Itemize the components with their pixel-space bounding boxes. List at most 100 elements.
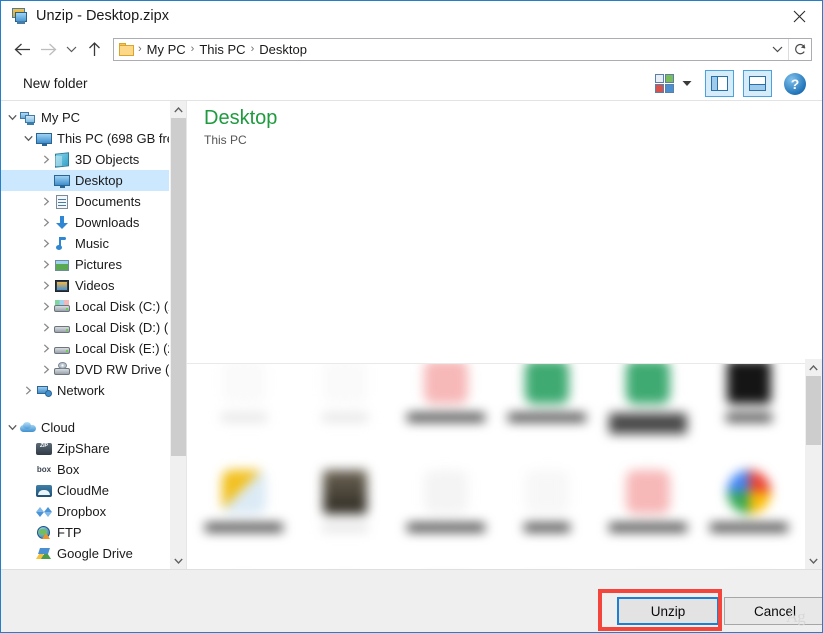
tree-item-label: FTP — [57, 525, 82, 540]
box-icon: box — [36, 464, 52, 474]
tree-section-cloud: Cloud ZIP ZipShare box Box CloudMe Dropb… — [1, 417, 169, 564]
tree-scrollbar[interactable] — [169, 101, 186, 569]
chevron-right-icon[interactable] — [39, 296, 54, 317]
cloudme-icon — [36, 483, 52, 499]
tree-item-box[interactable]: box Box — [1, 459, 169, 480]
tree-item-videos[interactable]: Videos — [1, 275, 169, 296]
tree-scrollbar-thumb[interactable] — [171, 118, 186, 456]
tree-item-local-disk-d[interactable]: Local Disk (D:) ( — [1, 317, 169, 338]
ftp-icon — [36, 525, 52, 541]
scroll-down-icon[interactable] — [805, 552, 822, 569]
list-item[interactable] — [698, 364, 799, 464]
zipshare-icon: ZIP — [36, 441, 52, 457]
tree-item-dropbox[interactable]: Dropbox — [1, 501, 169, 522]
help-icon[interactable]: ? — [784, 72, 806, 95]
tree-item-label: Pictures — [75, 257, 122, 272]
file-icon-grid — [187, 364, 805, 569]
tree-item-network[interactable]: Network — [1, 380, 169, 401]
tree-item-dvd-rw-drive[interactable]: DVD RW Drive (F — [1, 359, 169, 380]
scroll-up-icon[interactable] — [170, 101, 187, 118]
tree-item-documents[interactable]: Documents — [1, 191, 169, 212]
tree-item-local-disk-c[interactable]: Local Disk (C:) (2 — [1, 296, 169, 317]
page-title: Desktop — [204, 107, 278, 129]
tree-item-this-pc[interactable]: This PC (698 GB free — [1, 128, 169, 149]
tree-item-pictures[interactable]: Pictures — [1, 254, 169, 275]
chevron-right-icon[interactable] — [39, 317, 54, 338]
tree-item-zipshare[interactable]: ZIP ZipShare — [1, 438, 169, 459]
chevron-right-icon[interactable] — [21, 380, 36, 401]
tree-item-label: Local Disk (D:) ( — [75, 320, 169, 335]
close-icon[interactable] — [776, 1, 822, 31]
list-item[interactable] — [193, 464, 294, 569]
chevron-right-icon[interactable] — [39, 212, 54, 233]
tree-item-local-disk-e[interactable]: Local Disk (E:) (2 — [1, 338, 169, 359]
file-list-scrollbar-thumb[interactable] — [806, 376, 821, 445]
view-options-icon[interactable] — [655, 74, 674, 93]
tree-section-divider — [1, 401, 169, 417]
list-item[interactable] — [193, 364, 294, 464]
desktop-icon — [54, 173, 70, 189]
3d-objects-icon — [54, 151, 70, 168]
list-item[interactable] — [395, 364, 496, 464]
tree-item-music[interactable]: Music — [1, 233, 169, 254]
navigation-pane-icon[interactable] — [705, 70, 734, 97]
local-disk-e-icon — [54, 341, 70, 357]
new-folder-button[interactable]: New folder — [23, 76, 88, 91]
chevron-down-icon[interactable] — [766, 39, 788, 60]
music-icon — [54, 236, 70, 252]
content-header: Desktop This PC — [187, 101, 822, 156]
tree-item-label: Google Drive — [57, 546, 133, 561]
chevron-down-icon[interactable] — [61, 36, 81, 62]
chevron-right-icon[interactable] — [39, 338, 54, 359]
cancel-button[interactable]: Cancel — [724, 597, 822, 625]
tree-item-3d-objects[interactable]: 3D Objects — [1, 149, 169, 170]
list-item[interactable] — [496, 364, 597, 464]
chevron-right-icon[interactable] — [39, 191, 54, 212]
list-item[interactable] — [496, 464, 597, 569]
tree-item-downloads[interactable]: Downloads — [1, 212, 169, 233]
list-item[interactable] — [395, 464, 496, 569]
tree-item-google-drive[interactable]: Google Drive — [1, 543, 169, 564]
tree-item-cloud[interactable]: Cloud — [1, 417, 169, 438]
breadcrumb-item-this-pc[interactable]: This PC — [195, 42, 249, 57]
tree-item-label: Documents — [75, 194, 141, 209]
breadcrumb-item-desktop[interactable]: Desktop — [255, 42, 311, 57]
chevron-right-icon[interactable] — [39, 275, 54, 296]
list-item[interactable] — [294, 464, 395, 569]
tree-item-label: Downloads — [75, 215, 140, 230]
list-item[interactable] — [597, 364, 698, 464]
tree-item-cloudme[interactable]: CloudMe — [1, 480, 169, 501]
scroll-up-icon[interactable] — [805, 359, 822, 376]
chevron-down-icon[interactable] — [21, 128, 36, 149]
chevron-down-icon[interactable] — [5, 417, 20, 438]
google-drive-icon — [36, 546, 52, 562]
file-list-region[interactable] — [187, 363, 822, 569]
file-list-scrollbar[interactable] — [805, 359, 822, 569]
folder-tree-pane[interactable]: My PC This PC (698 GB free 3D Objects De… — [1, 101, 169, 569]
list-item[interactable] — [294, 364, 395, 464]
tree-item-ftp[interactable]: FTP — [1, 522, 169, 543]
chevron-down-icon[interactable] — [5, 107, 20, 128]
breadcrumb-item-my-pc[interactable]: My PC — [143, 42, 190, 57]
chevron-right-icon[interactable] — [39, 359, 54, 380]
tree-item-label: Cloud — [41, 420, 75, 435]
address-bar[interactable]: › My PC › This PC › Desktop — [113, 37, 812, 61]
list-item[interactable] — [597, 464, 698, 569]
refresh-icon[interactable] — [788, 38, 811, 60]
dropbox-icon — [36, 504, 52, 520]
unzip-button[interactable]: Unzip — [617, 597, 719, 625]
preview-pane-icon[interactable] — [743, 70, 772, 97]
chevron-right-icon[interactable] — [39, 254, 54, 275]
tree-item-my-pc[interactable]: My PC — [1, 107, 169, 128]
tree-item-label: Videos — [75, 278, 115, 293]
tree-item-desktop[interactable]: Desktop — [1, 170, 169, 191]
arrow-up-icon[interactable] — [81, 36, 107, 62]
local-disk-c-icon — [54, 299, 70, 315]
list-item[interactable] — [698, 464, 799, 569]
chevron-right-icon[interactable] — [39, 149, 54, 170]
arrow-left-icon[interactable] — [9, 36, 35, 62]
chevron-right-icon[interactable] — [39, 233, 54, 254]
scroll-down-icon[interactable] — [170, 552, 187, 569]
tree-item-label: This PC (698 GB free — [57, 131, 169, 146]
chevron-down-icon[interactable] — [678, 74, 696, 94]
